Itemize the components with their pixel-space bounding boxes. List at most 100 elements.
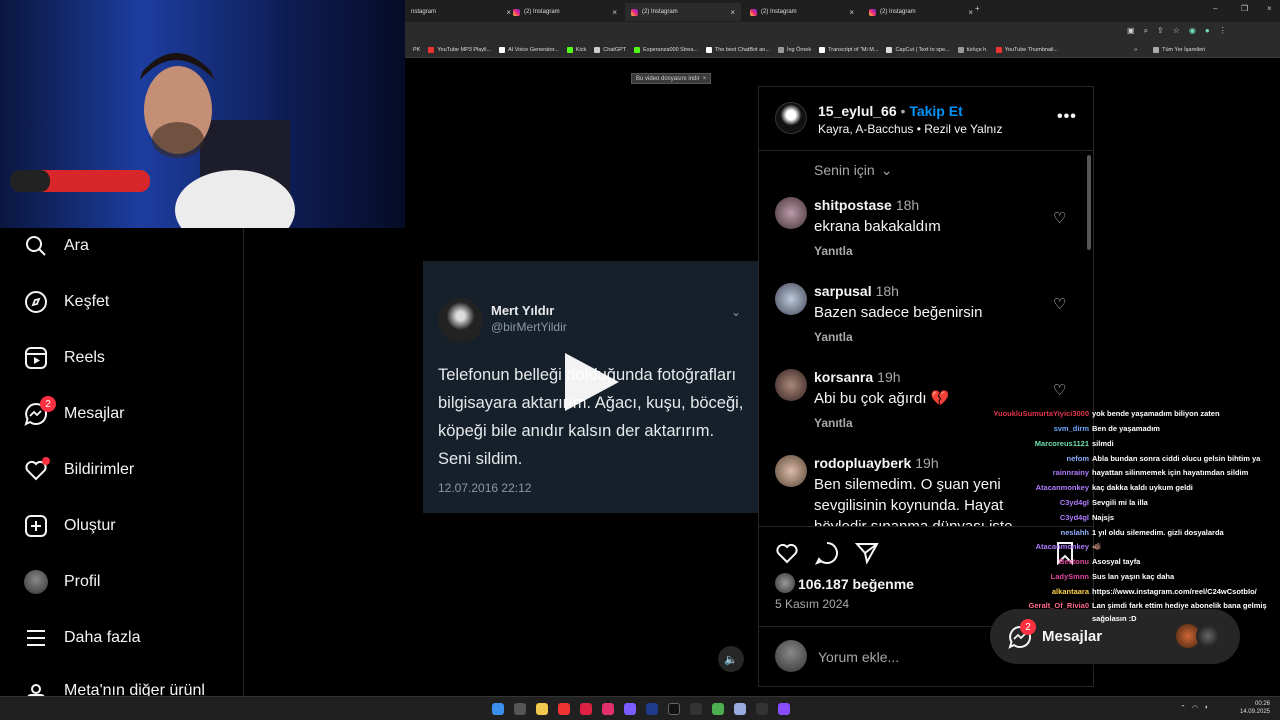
app-icon[interactable]	[690, 703, 702, 715]
chrome-icon[interactable]	[712, 703, 724, 715]
app-icon[interactable]	[558, 703, 570, 715]
likes-count[interactable]: 106.187 beğenme	[798, 576, 914, 592]
system-tray[interactable]: ⌃ ◠ ◖	[1180, 704, 1208, 712]
app-icon[interactable]	[734, 703, 746, 715]
bookmark-item[interactable]: türkçe h.	[957, 46, 988, 53]
zoom-icon[interactable]: ⌕	[1144, 26, 1148, 36]
app-icon[interactable]	[580, 703, 592, 715]
comment-user[interactable]: sarpusal 18h	[814, 283, 899, 299]
chat-username: Bestonu	[1059, 557, 1089, 566]
photoshop-icon[interactable]	[646, 703, 658, 715]
bookmark-item[interactable]: Transcript of "Mi M...	[819, 46, 878, 53]
bookmark-label: AI Voice Generator...	[508, 46, 559, 53]
bookmark-star-icon[interactable]: ☆	[1173, 26, 1180, 36]
like-comment-icon[interactable]: ♡	[1053, 381, 1066, 399]
bookmark-item[interactable]: ChatGPT	[594, 46, 626, 53]
author-avatar[interactable]	[775, 102, 807, 134]
notification-dot	[42, 457, 50, 465]
tab-instagram-5[interactable]: (2) Instagram ×	[863, 3, 979, 21]
bookmark-item[interactable]: AI Voice Generator...	[499, 46, 559, 53]
menu-dots-icon[interactable]: ⋮	[1219, 26, 1227, 36]
avatar[interactable]	[775, 197, 807, 229]
avatar[interactable]	[775, 283, 807, 315]
bookmark-label: YouTube Thumbnail...	[1004, 46, 1059, 53]
chat-message: alkantaara https://www.instagram.com/reel…	[900, 587, 1280, 596]
new-tab-button[interactable]: +	[975, 4, 980, 13]
start-icon[interactable]	[492, 703, 504, 715]
sidebar-item-meta[interactable]: Meta'nın diğer ürünl	[24, 682, 205, 696]
instagram-icon[interactable]	[602, 703, 614, 715]
tab-instagram-3[interactable]: (2) Instagram ×	[625, 3, 741, 21]
chevron-up-icon[interactable]: ⌃	[1180, 704, 1186, 712]
bookmarks-more-button[interactable]: »	[1134, 47, 1137, 53]
reply-button[interactable]: Yanıtla	[814, 330, 853, 344]
sidebar-item-explore[interactable]: Keşfet	[24, 290, 109, 314]
volume-icon[interactable]: 🔈	[718, 646, 744, 672]
tab-instagram-4[interactable]: (2) Instagram ×	[744, 3, 860, 21]
volume-icon[interactable]: ◖	[1204, 704, 1208, 712]
close-icon[interactable]: ×	[703, 76, 707, 82]
bookmark-item[interactable]: Esperanza000 Strea...	[634, 46, 698, 53]
bookmark-item[interactable]: PK	[413, 47, 420, 53]
bookmark-item[interactable]: YouTube Thumbnail...	[995, 46, 1059, 53]
close-tab-icon[interactable]: ×	[968, 8, 973, 17]
tab-instagram-2[interactable]: (2) Instagram ×	[507, 3, 623, 21]
task-view-icon[interactable]	[514, 703, 526, 715]
close-tab-icon[interactable]: ×	[612, 8, 617, 17]
avatar[interactable]	[775, 455, 807, 487]
tab-instagram-1[interactable]: nstagram ×	[405, 3, 517, 21]
play-icon[interactable]	[561, 351, 623, 413]
sidebar-item-profile[interactable]: Profil	[24, 570, 100, 594]
sidebar-item-messages[interactable]: 2 Mesajlar	[24, 396, 124, 426]
comment-user[interactable]: shitpostase 18h	[814, 197, 919, 213]
sidebar-item-create[interactable]: Oluştur	[24, 514, 116, 538]
bookmark-item[interactable]: Kick	[566, 46, 586, 53]
sidebar-item-reels[interactable]: Reels	[24, 346, 105, 370]
comment-input[interactable]: Yorum ekle...	[818, 649, 899, 665]
chat-message: neslahh 1 yıl oldu silemedim. gizli dosya…	[900, 528, 1280, 537]
profile-icon[interactable]: ●	[1205, 26, 1210, 36]
avatar[interactable]	[775, 369, 807, 401]
minimize-icon[interactable]: –	[1213, 4, 1217, 13]
author-username[interactable]: 15_eylul_66	[818, 103, 897, 119]
sidebar-item-label: Keşfet	[64, 293, 110, 310]
share-icon[interactable]: ⇪	[1157, 26, 1164, 36]
reply-button[interactable]: Yanıtla	[814, 244, 853, 258]
download-video-notice[interactable]: Bu video dosyasını indir ×	[631, 73, 712, 84]
like-comment-icon[interactable]: ♡	[1053, 209, 1066, 227]
sidebar-item-notifications[interactable]: Bildirimler	[24, 457, 134, 482]
sidebar-item-search[interactable]: Ara	[24, 234, 89, 258]
comment-user[interactable]: korsanra 19h	[814, 369, 901, 385]
file-explorer-icon[interactable]	[536, 703, 548, 715]
follow-button[interactable]: Takip Et	[909, 103, 962, 119]
maximize-icon[interactable]: ❐	[1241, 4, 1248, 13]
install-icon[interactable]: ▣	[1127, 26, 1135, 36]
comment-icon[interactable]	[814, 541, 839, 570]
like-comment-icon[interactable]: ♡	[1053, 295, 1066, 313]
share-icon[interactable]	[854, 541, 879, 570]
reply-button[interactable]: Yanıtla	[814, 416, 853, 430]
close-tab-icon[interactable]: ×	[849, 8, 854, 17]
clock[interactable]: 00:26 14.09.2025	[1236, 700, 1270, 716]
extension-icon[interactable]: ◉	[1189, 26, 1196, 36]
tiktok-icon[interactable]	[668, 703, 680, 715]
wifi-icon[interactable]: ◠	[1192, 704, 1198, 712]
sort-comments-dropdown[interactable]: Senin için ⌄	[814, 162, 892, 179]
close-window-icon[interactable]: ×	[1267, 4, 1272, 13]
bookmark-item[interactable]: YouTube MP3 Playli...	[428, 46, 491, 53]
bookmark-item[interactable]: The best ChatBot an...	[705, 46, 770, 53]
taskbar: ⌃ ◠ ◖ 00:26 14.09.2025	[0, 696, 1280, 720]
app-icon[interactable]	[778, 703, 790, 715]
all-bookmarks-button[interactable]: Tüm Yer İşaretleri	[1153, 46, 1205, 53]
like-icon[interactable]	[775, 541, 799, 570]
app-icon[interactable]	[756, 703, 768, 715]
bookmark-item[interactable]: İng Örnek	[777, 46, 811, 53]
close-tab-icon[interactable]: ×	[730, 8, 735, 17]
sidebar-item-more[interactable]: Daha fazla	[24, 626, 141, 650]
chat-username: Geralt_Of_Rivia0	[1028, 601, 1089, 610]
search-icon	[24, 234, 48, 258]
bookmark-item[interactable]: CapCut | Text to spe...	[886, 46, 950, 53]
audio-info[interactable]: Kayra, A-Bacchus • Rezil ve Yalnız	[818, 122, 1003, 136]
more-options-icon[interactable]: •••	[1057, 108, 1077, 126]
discord-icon[interactable]	[624, 703, 636, 715]
